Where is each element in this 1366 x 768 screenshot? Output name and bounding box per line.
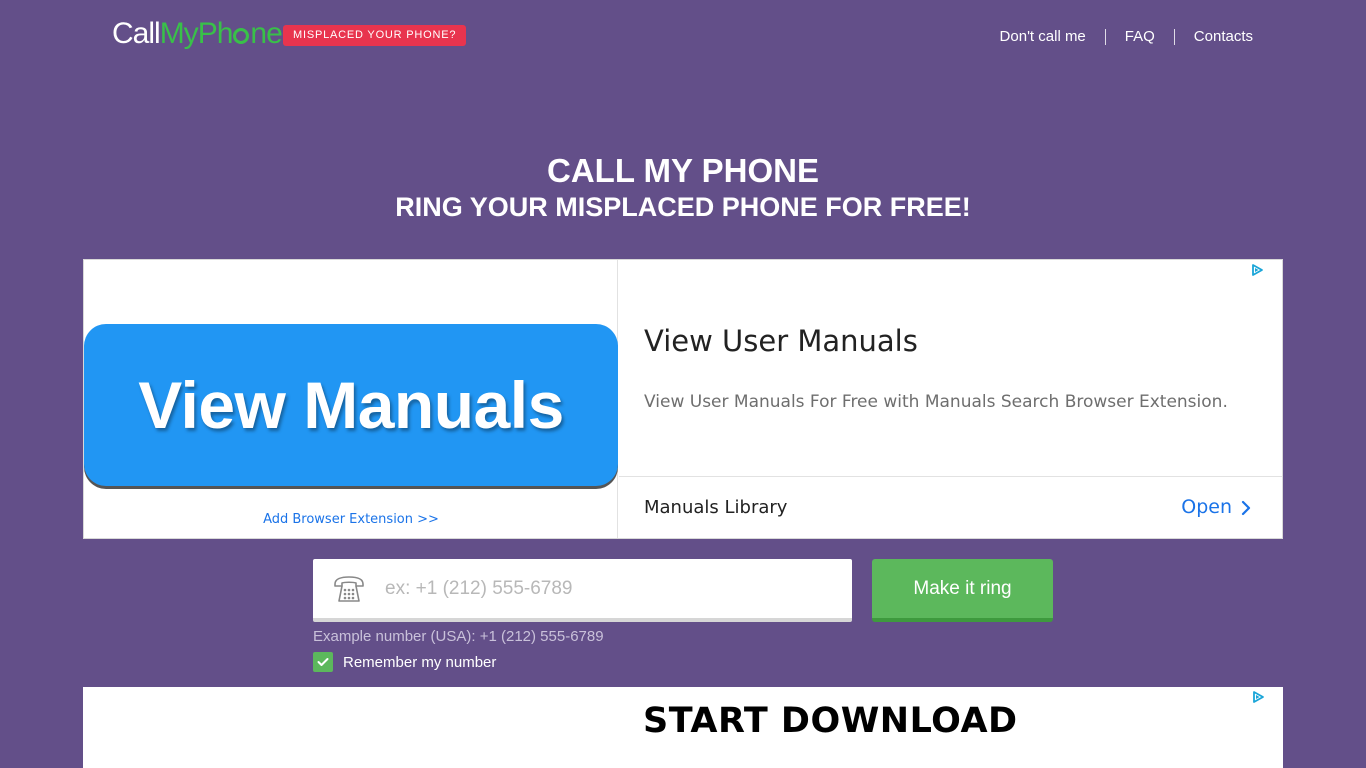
adchoices-icon[interactable] [1251, 690, 1265, 704]
nav-faq[interactable]: FAQ [1106, 26, 1174, 48]
nav-dont-call-me[interactable]: Don't call me [981, 26, 1105, 48]
ad-description: View User Manuals For Free with Manuals … [644, 392, 1228, 412]
start-download-title[interactable]: START DOWNLOAD [643, 701, 1018, 741]
banner-text: View Manuals [138, 368, 564, 442]
remember-checkbox[interactable] [313, 652, 333, 672]
adchoices-icon[interactable] [1250, 263, 1264, 277]
checkmark-icon [317, 658, 329, 666]
site-header: CallMyPh ne MISPLACED YOUR PHONE? Don't c… [0, 0, 1366, 72]
view-manuals-banner[interactable]: View Manuals [84, 324, 618, 486]
hero-title: CALL MY PHONE [547, 152, 819, 189]
ad-title[interactable]: View User Manuals [644, 324, 918, 358]
ad-banner-download[interactable]: START DOWNLOAD [83, 687, 1283, 768]
ad-banner-manuals[interactable]: View Manuals Add Browser Extension >> Vi… [83, 259, 1283, 539]
logo-call: Call [112, 17, 161, 50]
example-number: Example number (USA): +1 (212) 555-6789 [313, 628, 604, 645]
add-extension-link[interactable]: Add Browser Extension >> [84, 512, 618, 527]
remember-label: Remember my number [343, 653, 497, 671]
ad-advertiser: Manuals Library [644, 497, 788, 518]
nav-contacts[interactable]: Contacts [1175, 26, 1253, 48]
make-it-ring-button[interactable]: Make it ring [872, 559, 1053, 622]
top-nav: Don't call me FAQ Contacts [981, 26, 1253, 48]
chevron-right-icon [1241, 500, 1251, 516]
logo-ring-icon [233, 28, 250, 44]
logo-my: My [159, 17, 199, 50]
remember-number-option[interactable]: Remember my number [313, 652, 496, 672]
logo-phone-start: Ph [197, 17, 234, 50]
nav-separator [1173, 29, 1175, 45]
hero-subtitle: RING YOUR MISPLACED PHONE FOR FREE! [395, 192, 971, 222]
nav-separator [1104, 29, 1106, 45]
ad-image-panel[interactable]: View Manuals Add Browser Extension >> [84, 260, 618, 538]
logo-phone-end: ne [250, 17, 282, 50]
telephone-icon [334, 576, 364, 602]
site-logo[interactable]: CallMyPh ne [112, 14, 283, 54]
ad-footer[interactable]: Manuals Library Open [619, 476, 1282, 538]
phone-input-container[interactable] [313, 559, 852, 622]
phone-number-input[interactable] [383, 559, 843, 618]
ad-open-button[interactable]: Open [1181, 496, 1232, 518]
misplaced-badge: MISPLACED YOUR PHONE? [283, 25, 467, 46]
